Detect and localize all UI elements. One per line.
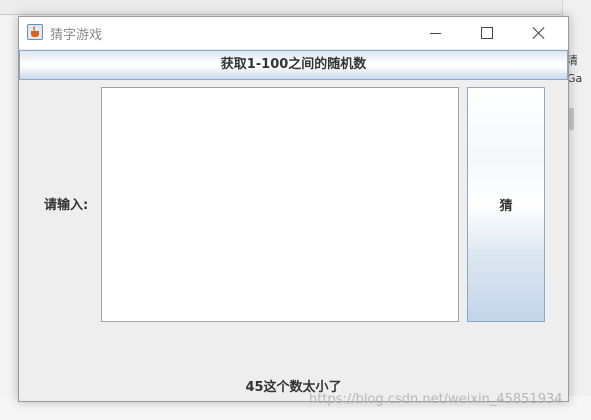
game-window: 猜字游戏 获取1-100之间的随机数 请输入: 猜 45这个数太小了 — [18, 16, 569, 402]
background-fragment: Ga — [567, 72, 583, 85]
minimize-icon — [430, 33, 441, 34]
close-icon — [532, 26, 546, 40]
guess-button[interactable]: 猜 — [467, 87, 545, 322]
maximize-button[interactable] — [462, 17, 512, 49]
maximize-icon — [481, 27, 493, 39]
window-title: 猜字游戏 — [50, 28, 103, 43]
watermark: https://blog.csdn.net/weixin_45851934 — [309, 392, 563, 407]
get-random-number-button[interactable]: 获取1-100之间的随机数 — [19, 50, 568, 80]
minimize-button[interactable] — [411, 17, 461, 49]
background-top-strip — [0, 0, 570, 15]
java-app-icon — [27, 24, 43, 40]
title-bar[interactable]: 猜字游戏 — [19, 17, 568, 49]
guess-input[interactable] — [101, 87, 459, 322]
close-button[interactable] — [514, 17, 564, 49]
guess-button-label: 猜 — [499, 199, 513, 214]
input-label: 请输入: — [44, 198, 89, 213]
